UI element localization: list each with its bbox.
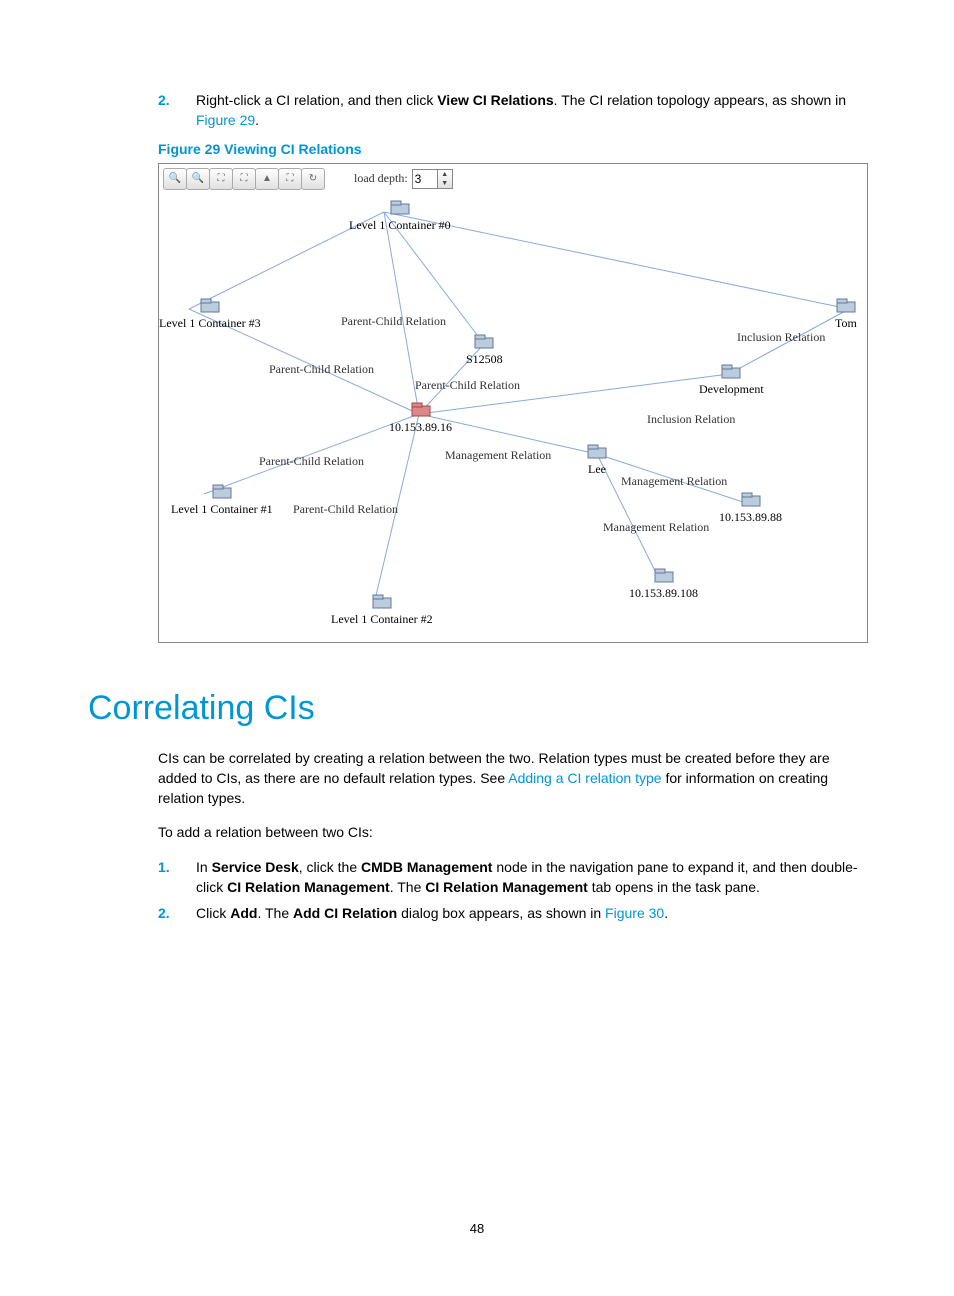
load-depth-spinner[interactable]: ▲▼ [412,169,453,189]
step-number: 1. [88,857,192,898]
spinner-up-icon[interactable]: ▲ [438,170,452,179]
layout-icon[interactable]: ▲ [255,168,279,190]
edge-label: Parent-Child Relation [341,314,446,329]
node-s12508[interactable]: S12508 [466,334,503,367]
edge-label: Parent-Child Relation [293,502,398,517]
edge-label: Inclusion Relation [737,330,825,345]
edge-label: Inclusion Relation [647,412,735,427]
section-heading: Correlating CIs [88,689,866,728]
zoom-out-icon[interactable]: 🔍 [186,168,210,190]
figure-30-link[interactable]: Figure 30 [605,905,664,921]
node-development[interactable]: Development [699,364,764,397]
spinner-down-icon[interactable]: ▼ [438,179,452,188]
node-ip1[interactable]: 10.153.89.16 [389,402,452,435]
zoom-fit-icon[interactable]: ⛶ [232,168,256,190]
paragraph: CIs can be correlated by creating a rela… [158,748,866,809]
fullscreen-icon[interactable]: ⛶ [278,168,302,190]
step-text: Right-click a CI relation, and then clic… [192,90,866,131]
node-lvl1-c0[interactable]: Level 1 Container #0 [349,200,451,233]
load-depth-input[interactable] [413,170,437,188]
node-lvl1-c3[interactable]: Level 1 Container #3 [159,298,261,331]
paragraph: To add a relation between two CIs: [158,822,866,842]
figure-caption: Figure 29 Viewing CI Relations [158,141,866,157]
node-ip3[interactable]: 10.153.89.108 [629,568,698,601]
edge-label: Management Relation [621,474,727,489]
node-ip2[interactable]: 10.153.89.88 [719,492,782,525]
step-text: Click Add. The Add CI Relation dialog bo… [192,903,866,923]
edge-label: Management Relation [603,520,709,535]
ci-relations-diagram: 🔍 🔍 ⛶ ⛶ ▲ ⛶ ↻ load depth: ▲▼ [158,163,868,643]
zoom-in-icon[interactable]: 🔍 [163,168,187,190]
edge-label: Parent-Child Relation [259,454,364,469]
edge-label: Parent-Child Relation [415,378,520,393]
adding-ci-relation-type-link[interactable]: Adding a CI relation type [508,770,661,786]
node-lee[interactable]: Lee [587,444,607,477]
page-number: 48 [0,1221,954,1236]
node-lvl1-c2[interactable]: Level 1 Container #2 [331,594,433,627]
node-lvl1-c1[interactable]: Level 1 Container #1 [171,484,273,517]
figure-29-link[interactable]: Figure 29 [196,112,255,128]
refresh-icon[interactable]: ↻ [301,168,325,190]
step-text: In Service Desk, click the CMDB Manageme… [192,857,866,898]
node-tom[interactable]: Tom [835,298,857,331]
zoom-area-icon[interactable]: ⛶ [209,168,233,190]
edge-label: Parent-Child Relation [269,362,374,377]
diagram-toolbar: 🔍 🔍 ⛶ ⛶ ▲ ⛶ ↻ load depth: ▲▼ [163,168,453,190]
edge-label: Management Relation [445,448,551,463]
load-depth-label: load depth: [354,171,408,186]
step-number: 2. [88,90,192,131]
step-number: 2. [88,903,192,923]
